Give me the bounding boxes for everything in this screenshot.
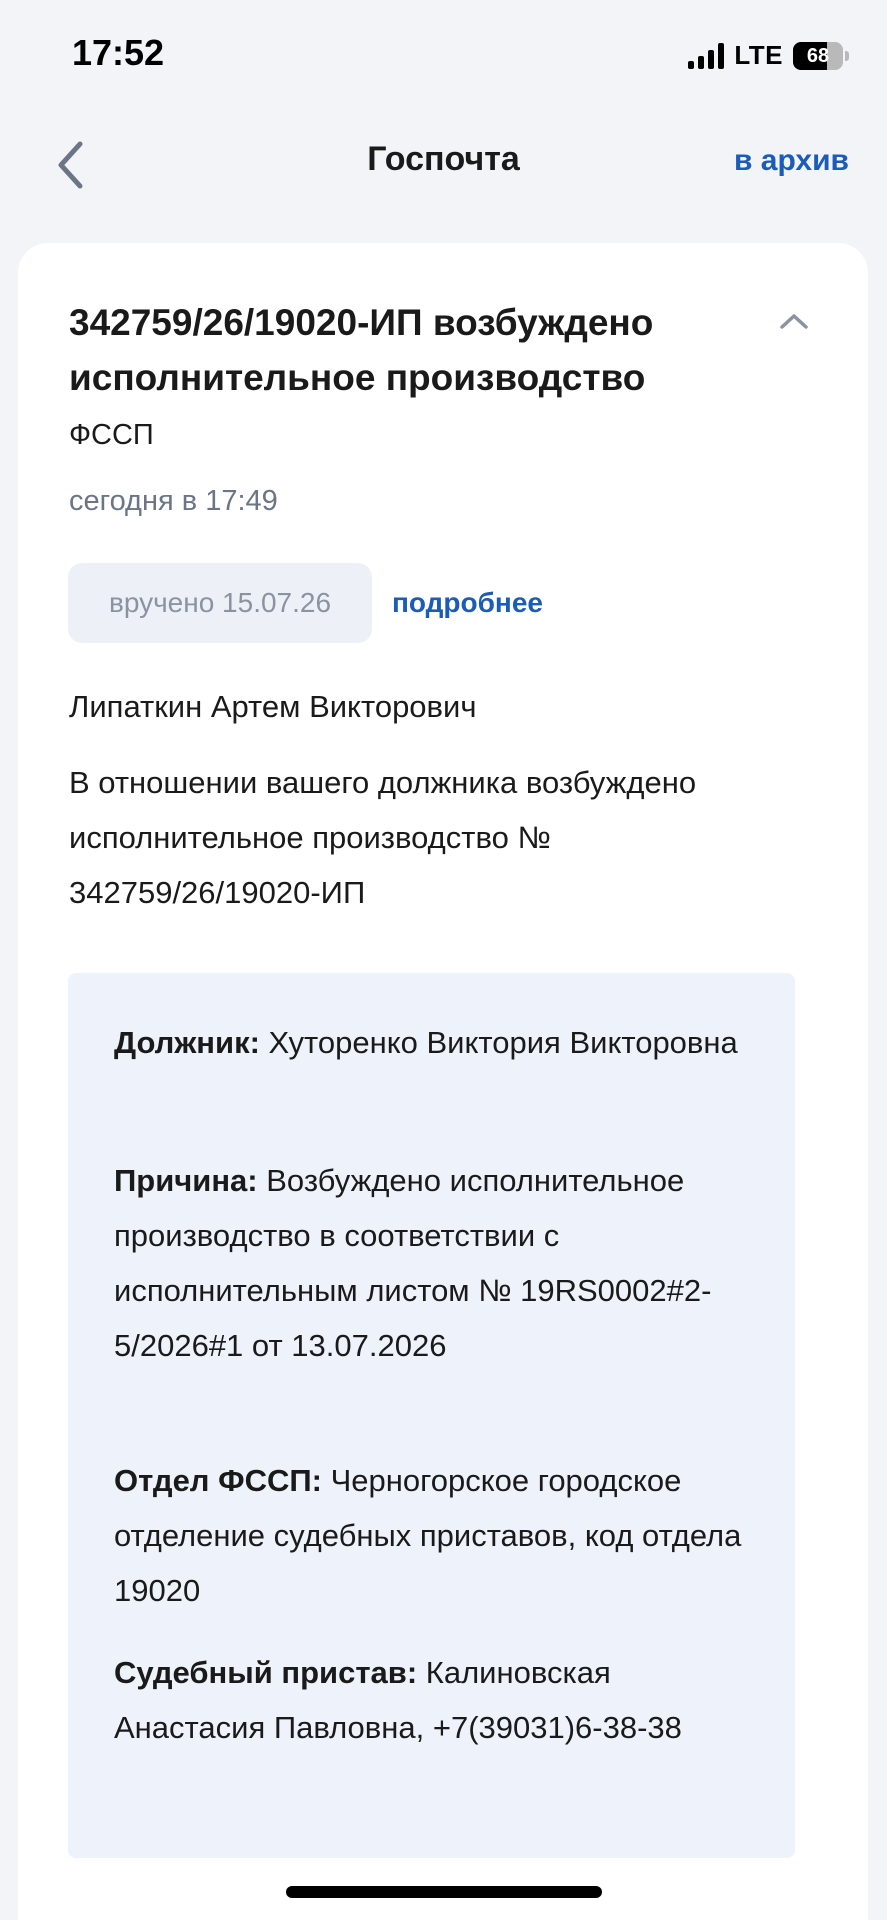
signal-icon <box>688 42 725 69</box>
info-box: Должник: Хуторенко Виктория Викторовна П… <box>68 973 795 1858</box>
message-date: сегодня в 17:49 <box>69 485 278 517</box>
chevron-up-icon <box>780 314 808 329</box>
info-debtor: Должник: Хуторенко Виктория Викторовна <box>114 1015 754 1070</box>
bailiff-label: Судебный пристав: <box>114 1655 418 1690</box>
battery-level: 68 <box>806 44 830 67</box>
status-time: 17:52 <box>72 32 165 73</box>
delivered-badge: вручено 15.07.26 <box>68 563 372 643</box>
message-title: 342759/26/19020-ИП возбуждено исполнител… <box>69 302 654 398</box>
status-bar: 17:52 LTE 68 <box>0 0 887 110</box>
debtor-label: Должник: <box>114 1025 260 1060</box>
message-sender: ФССП <box>69 419 154 451</box>
status-indicators: LTE 68 <box>688 40 849 71</box>
network-type: LTE <box>734 40 783 70</box>
info-bailiff: Судебный пристав: Калиновская Анастасия … <box>114 1645 754 1755</box>
debtor-value: Хуторенко Виктория Викторовна <box>268 1025 738 1060</box>
home-indicator[interactable] <box>286 1886 602 1898</box>
nav-bar: Госпочта в архив <box>0 110 887 220</box>
battery-icon: 68 <box>793 41 849 70</box>
department-label: Отдел ФССП: <box>114 1463 322 1498</box>
details-link[interactable]: подробнее <box>392 587 543 619</box>
message-card: 342759/26/19020-ИП возбуждено исполнител… <box>18 243 868 1920</box>
info-department: Отдел ФССП: Черногорское городское отдел… <box>114 1453 754 1618</box>
reason-label: Причина: <box>114 1163 258 1198</box>
recipient-name: Липаткин Артем Викторович <box>69 689 477 724</box>
screen: 17:52 LTE 68 Госпочта в архив 342759/26/… <box>0 0 887 1920</box>
archive-button[interactable]: в архив <box>734 144 849 178</box>
message-body: В отношении вашего должника возбуждено и… <box>69 765 697 910</box>
info-reason: Причина: Возбуждено исполнительное произ… <box>114 1153 754 1373</box>
collapse-button[interactable] <box>774 301 814 341</box>
